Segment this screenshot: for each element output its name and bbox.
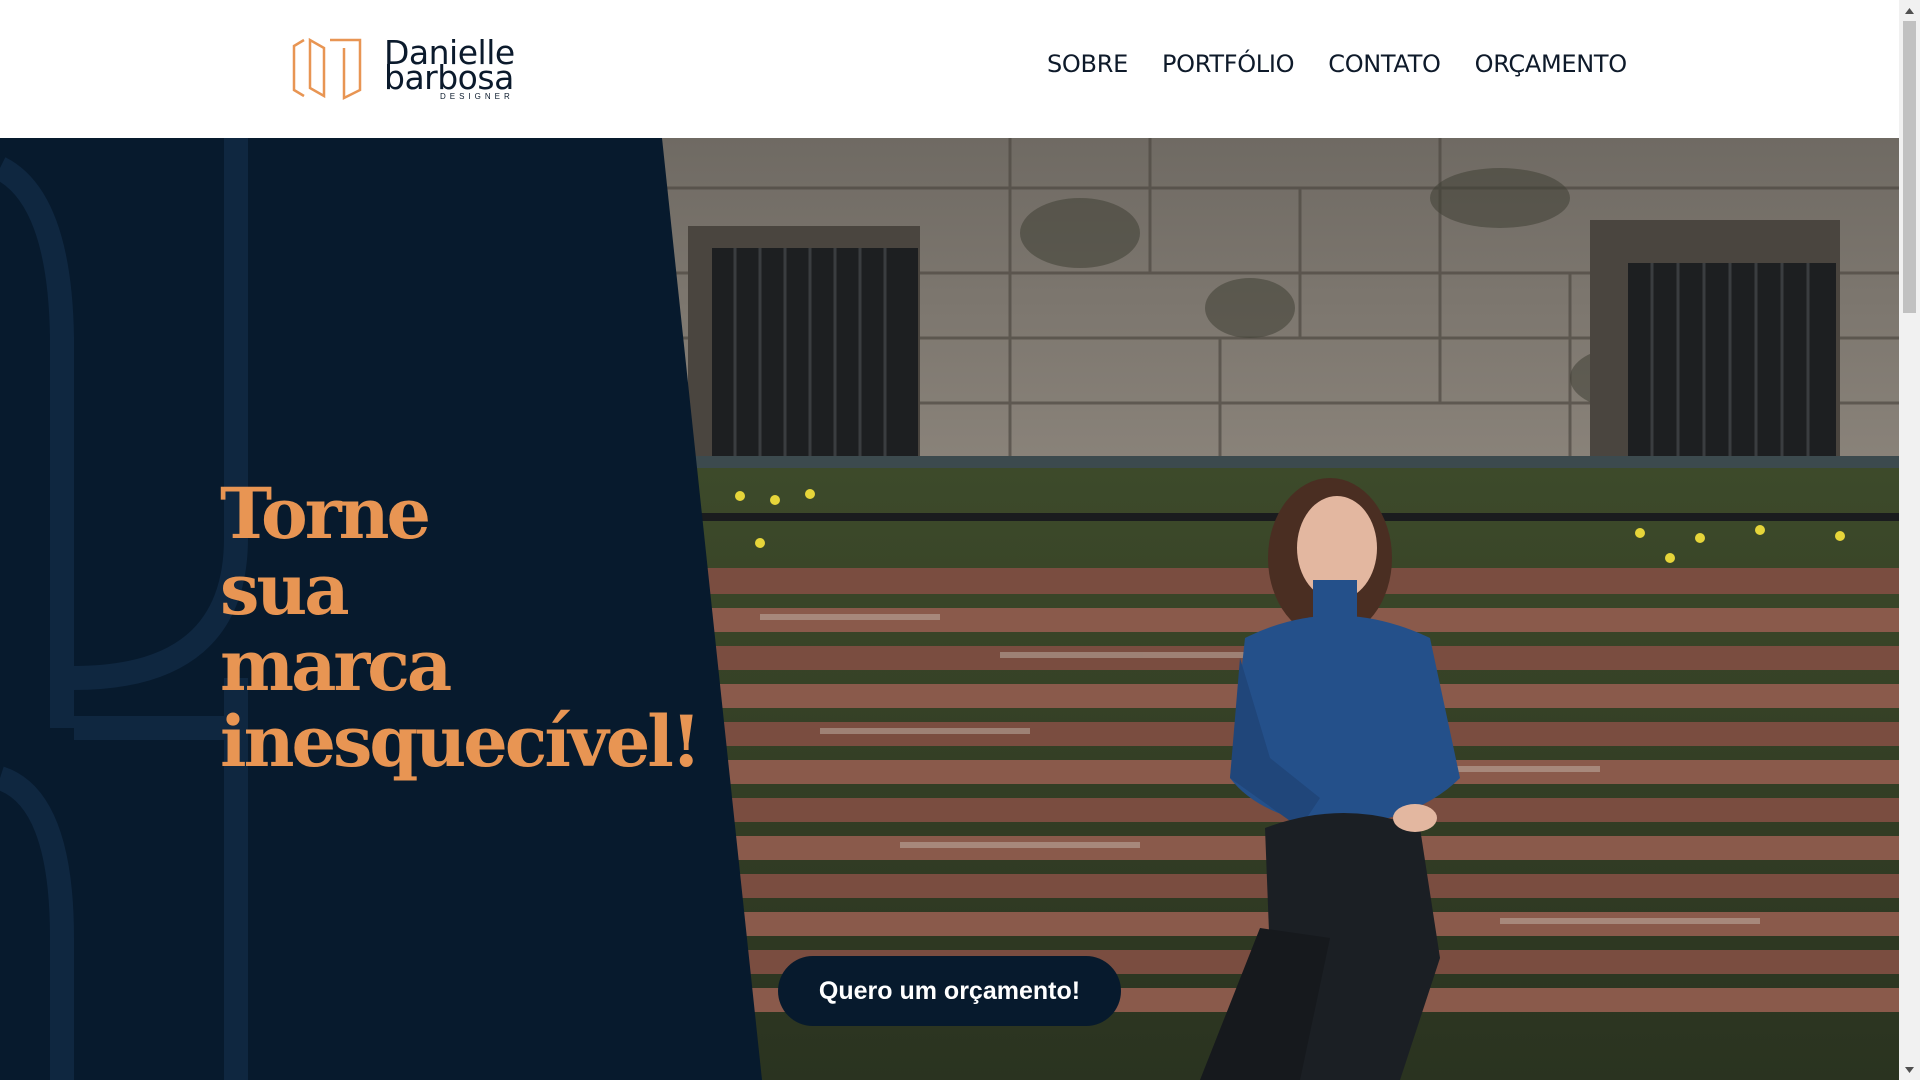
scrollbar-thumb[interactable] <box>1903 21 1916 313</box>
brand-logo[interactable]: Danielle barbosa DESIGNER <box>290 36 565 102</box>
site-header: Danielle barbosa DESIGNER SOBRE PORTFÓLI… <box>0 0 1899 138</box>
main-nav: SOBRE PORTFÓLIO CONTATO ORÇAMENTO <box>1047 50 1627 78</box>
nav-link-orcamento[interactable]: ORÇAMENTO <box>1475 50 1628 78</box>
nav-link-portfolio[interactable]: PORTFÓLIO <box>1162 50 1295 78</box>
headline-line-1: Torne <box>220 472 431 555</box>
scroll-down-button[interactable] <box>1899 1059 1920 1080</box>
triangle-down-icon <box>1905 1066 1914 1073</box>
logo-mark-icon <box>292 37 362 101</box>
headline-line-4: inesquecível! <box>220 700 702 783</box>
request-quote-button[interactable]: Quero um orçamento! <box>778 956 1121 1026</box>
triangle-up-icon <box>1905 7 1914 14</box>
page-scrollbar[interactable] <box>1899 0 1920 1080</box>
logo-name-last: barbosa <box>384 58 514 97</box>
hero-headline: Torne sua marca inesquecível! <box>220 472 702 783</box>
headline-line-2: sua <box>220 548 350 631</box>
nav-link-sobre[interactable]: SOBRE <box>1047 50 1128 78</box>
headline-line-3: marca <box>220 624 452 707</box>
scroll-up-button[interactable] <box>1899 0 1920 21</box>
hero-section: Torne sua marca inesquecível! Quero um o… <box>0 138 1899 1080</box>
nav-link-contato[interactable]: CONTATO <box>1328 50 1441 78</box>
logo-tagline: DESIGNER <box>440 92 514 101</box>
